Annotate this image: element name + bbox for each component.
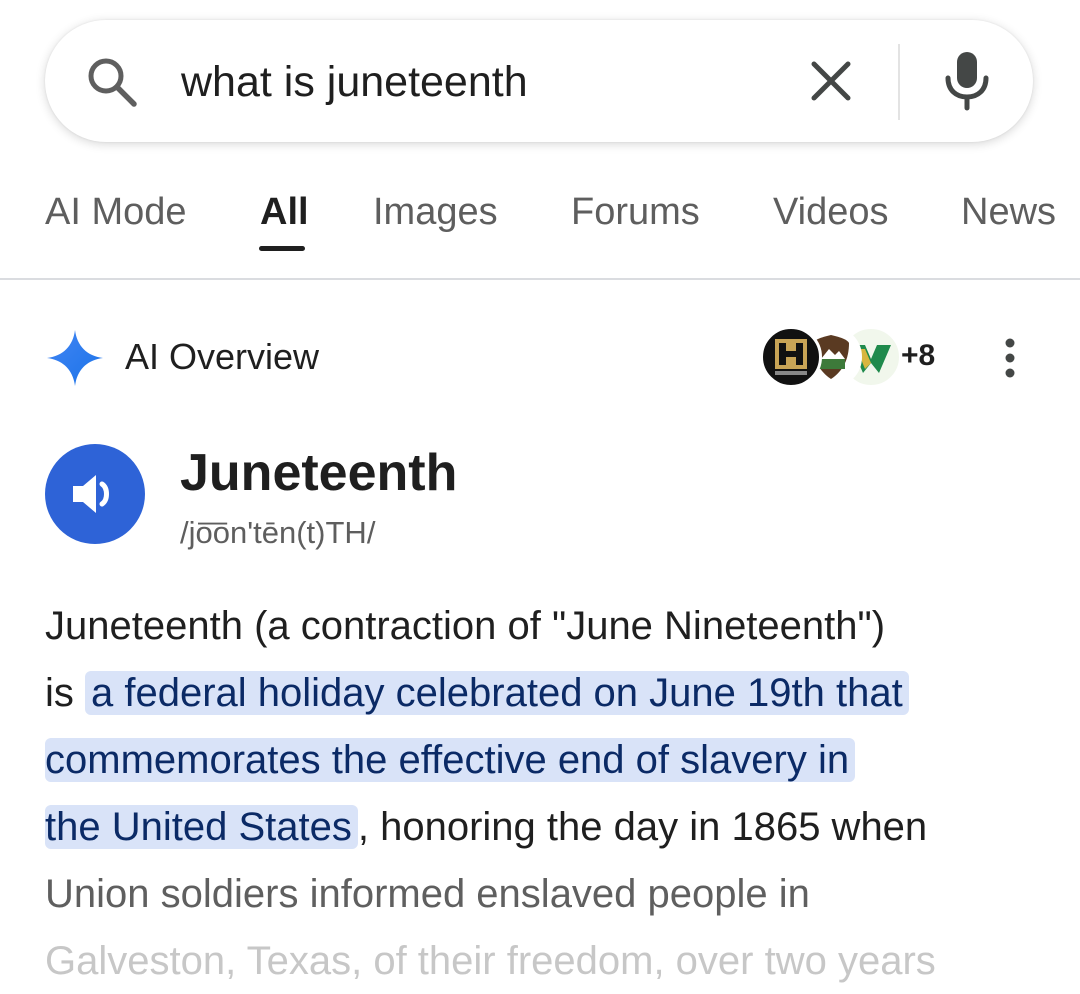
answer-line: Galveston, Texas, of their freedom, over… xyxy=(45,931,936,991)
answer-text: Galveston, Texas, of their freedom, over… xyxy=(45,939,936,983)
search-tabs: AI Mode All Images Forums Videos News xyxy=(0,180,1080,280)
answer-highlight[interactable]: a federal holiday celebrated on June 19t… xyxy=(85,671,909,715)
tab-all[interactable]: All xyxy=(260,190,309,234)
tabs-divider xyxy=(0,278,1080,280)
answer-line: Union soldiers informed enslaved people … xyxy=(45,864,810,924)
answer-highlight[interactable]: the United States xyxy=(45,805,358,849)
tab-images[interactable]: Images xyxy=(373,190,498,234)
answer-line: is a federal holiday celebrated on June … xyxy=(45,663,909,723)
search-input[interactable]: what is juneteenth xyxy=(181,54,528,110)
ai-overview-title: AI Overview xyxy=(125,336,320,377)
active-tab-indicator xyxy=(259,246,305,251)
ai-sparkle-icon xyxy=(47,330,103,386)
tab-videos[interactable]: Videos xyxy=(773,190,889,234)
history-logo-icon[interactable] xyxy=(760,326,822,388)
more-vert-icon[interactable] xyxy=(996,334,1024,382)
answer-text: Union soldiers informed enslaved people … xyxy=(45,872,810,916)
pronunciation-text: /jo͞on'tēn(t)TH/ xyxy=(180,515,376,550)
close-icon[interactable] xyxy=(806,56,856,106)
pronunciation-play-button[interactable] xyxy=(45,444,145,544)
sources-more-count[interactable]: +8 xyxy=(901,338,935,374)
answer-line: the United States, honoring the day in 1… xyxy=(45,797,927,857)
search-icon[interactable] xyxy=(85,55,139,109)
tab-forums[interactable]: Forums xyxy=(571,190,700,234)
answer-line: commemorates the effective end of slaver… xyxy=(45,730,856,790)
answer-text: is xyxy=(45,671,85,715)
microphone-icon[interactable] xyxy=(940,50,994,112)
speaker-icon xyxy=(73,475,109,513)
answer-text: Juneteenth (a contraction of "June Ninet… xyxy=(45,604,886,648)
tab-ai-mode[interactable]: AI Mode xyxy=(45,190,187,234)
search-divider xyxy=(898,44,900,120)
tab-news[interactable]: News xyxy=(961,190,1056,234)
answer-text: , honoring the day in 1865 when xyxy=(357,805,928,849)
word-title: Juneteenth xyxy=(180,444,458,502)
answer-line: Juneteenth (a contraction of "June Ninet… xyxy=(45,596,885,656)
source-icons[interactable] xyxy=(760,326,902,388)
answer-highlight[interactable]: commemorates the effective end of slaver… xyxy=(45,738,856,782)
